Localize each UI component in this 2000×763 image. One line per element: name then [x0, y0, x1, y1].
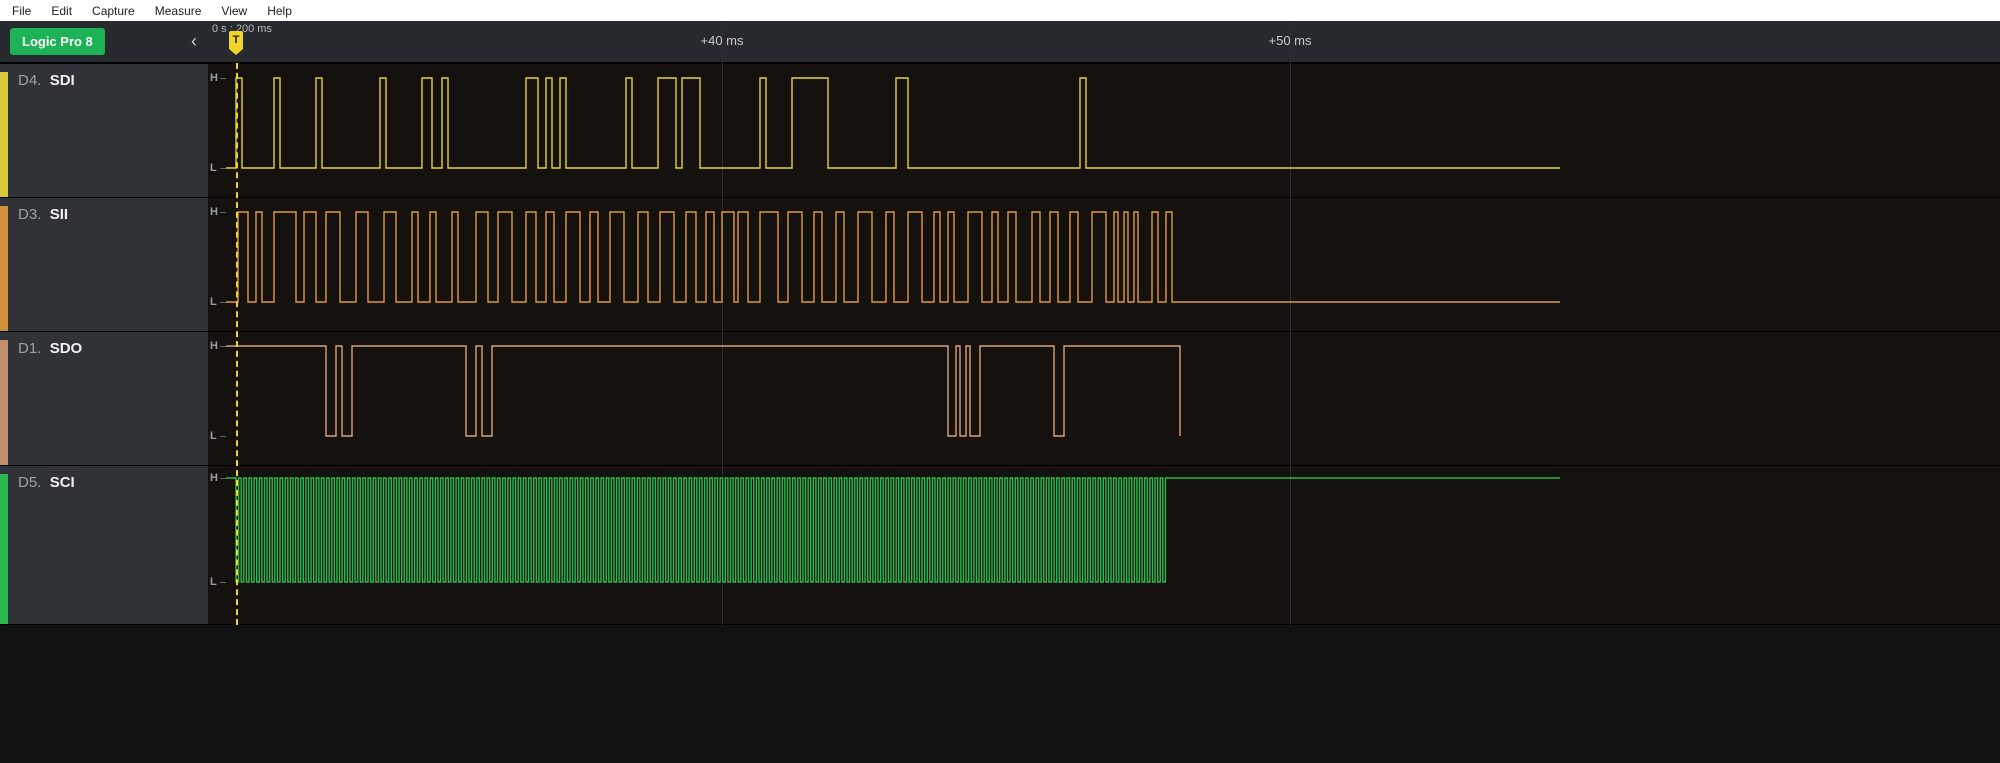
channel-row-sdi: D4. SDI HL [0, 63, 2000, 197]
channel-sidebar[interactable]: D3. SII [0, 198, 208, 331]
trigger-marker[interactable]: T [229, 31, 243, 49]
channel-sidebar[interactable]: D5. SCI [0, 466, 208, 624]
waveform-area[interactable]: HL [208, 198, 2000, 331]
waveform-sdi [208, 64, 2000, 197]
menu-bar: FileEditCaptureMeasureViewHelp [0, 0, 2000, 21]
channel-row-sii: D3. SII HL [0, 197, 2000, 331]
waveform-area[interactable]: HL [208, 466, 2000, 624]
waveform-sii [208, 198, 2000, 331]
waveform-rows: D4. SDI HL D3. SII HL D1. SDO HL D5. SCI HL [0, 63, 2000, 763]
time-tick-label: +50 ms [1269, 33, 1312, 48]
waveform-sdo [208, 332, 2000, 465]
collapse-sidebar-button[interactable]: ‹ [180, 21, 208, 62]
channel-label: D3. SII [8, 206, 68, 223]
channel-color-strip [0, 474, 8, 624]
waveform-sci [208, 466, 2000, 624]
channel-sidebar[interactable]: D4. SDI [0, 64, 208, 197]
time-tick-label: +40 ms [701, 33, 744, 48]
menu-item-file[interactable]: File [4, 2, 39, 20]
channel-color-strip [0, 340, 8, 465]
menu-item-view[interactable]: View [213, 2, 255, 20]
channel-label: D1. SDO [8, 340, 82, 357]
channel-row-sdo: D1. SDO HL [0, 331, 2000, 465]
toolbar: Logic Pro 8 ‹ 0 s : 200 ms +40 ms+50 msT [0, 21, 2000, 63]
channel-label: D5. SCI [8, 474, 75, 491]
waveform-area[interactable]: HL [208, 64, 2000, 197]
waveform-area[interactable]: HL [208, 332, 2000, 465]
channel-sidebar[interactable]: D1. SDO [0, 332, 208, 465]
channel-color-strip [0, 72, 8, 197]
menu-item-capture[interactable]: Capture [84, 2, 143, 20]
menu-item-edit[interactable]: Edit [43, 2, 80, 20]
menu-item-help[interactable]: Help [259, 2, 300, 20]
device-badge[interactable]: Logic Pro 8 [10, 28, 105, 55]
timeline-header[interactable]: 0 s : 200 ms +40 ms+50 msT [208, 21, 2000, 62]
menu-item-measure[interactable]: Measure [147, 2, 210, 20]
channel-color-strip [0, 206, 8, 331]
channel-label: D4. SDI [8, 72, 75, 89]
channel-row-sci: D5. SCI HL [0, 465, 2000, 625]
